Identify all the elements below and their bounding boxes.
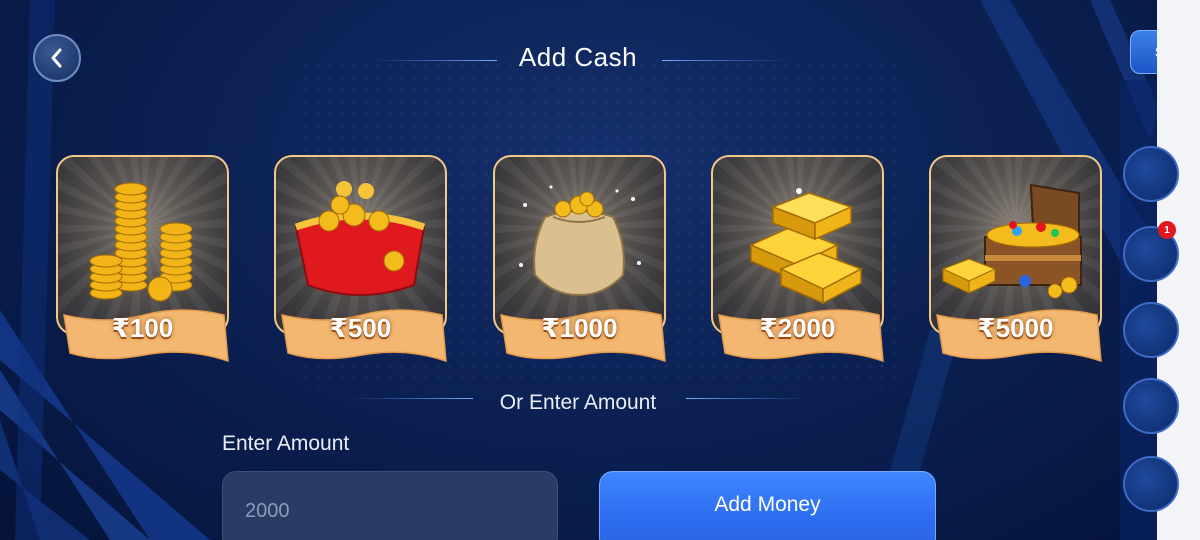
amount-divider-right: [686, 398, 811, 399]
pack-price: ₹5000: [977, 313, 1054, 343]
coin-sack-icon: [519, 185, 641, 297]
gold-bars-icon: [749, 188, 863, 305]
add-money-button[interactable]: Add Money: [599, 471, 936, 540]
coin-purse-icon: [294, 181, 426, 296]
pack-price: ₹100: [111, 313, 174, 343]
pack-price: ₹500: [329, 313, 392, 343]
cash-pack-5[interactable]: ₹5000: [929, 155, 1104, 365]
notification-badge: 1: [1158, 221, 1176, 239]
pack-price: ₹2000: [759, 313, 836, 343]
page-title: Add Cash: [518, 42, 638, 72]
title-divider-right: [662, 60, 792, 61]
coin-stacks-icon: [89, 182, 193, 302]
side-menu-button-5[interactable]: [1123, 456, 1179, 512]
cash-pack-3[interactable]: ₹1000: [493, 155, 668, 365]
add-cash-screen: Add Cash ₹100 ₹500 ₹1000 ₹2000 ₹5000 Or …: [0, 0, 1200, 540]
treasure-chest-icon: [941, 183, 1082, 299]
cash-pack-2[interactable]: ₹500: [274, 155, 449, 365]
side-menu-button-3[interactable]: [1123, 302, 1179, 358]
or-enter-amount-heading: Or Enter Amount: [499, 391, 657, 414]
side-menu-button-4[interactable]: [1123, 378, 1179, 434]
side-menu-button-1[interactable]: [1123, 146, 1179, 202]
amount-field-label: Enter Amount: [222, 432, 350, 455]
cash-pack-4[interactable]: ₹2000: [711, 155, 886, 365]
cash-pack-1[interactable]: ₹100: [56, 155, 231, 365]
pack-price: ₹1000: [541, 313, 618, 343]
amount-input[interactable]: [222, 471, 558, 540]
